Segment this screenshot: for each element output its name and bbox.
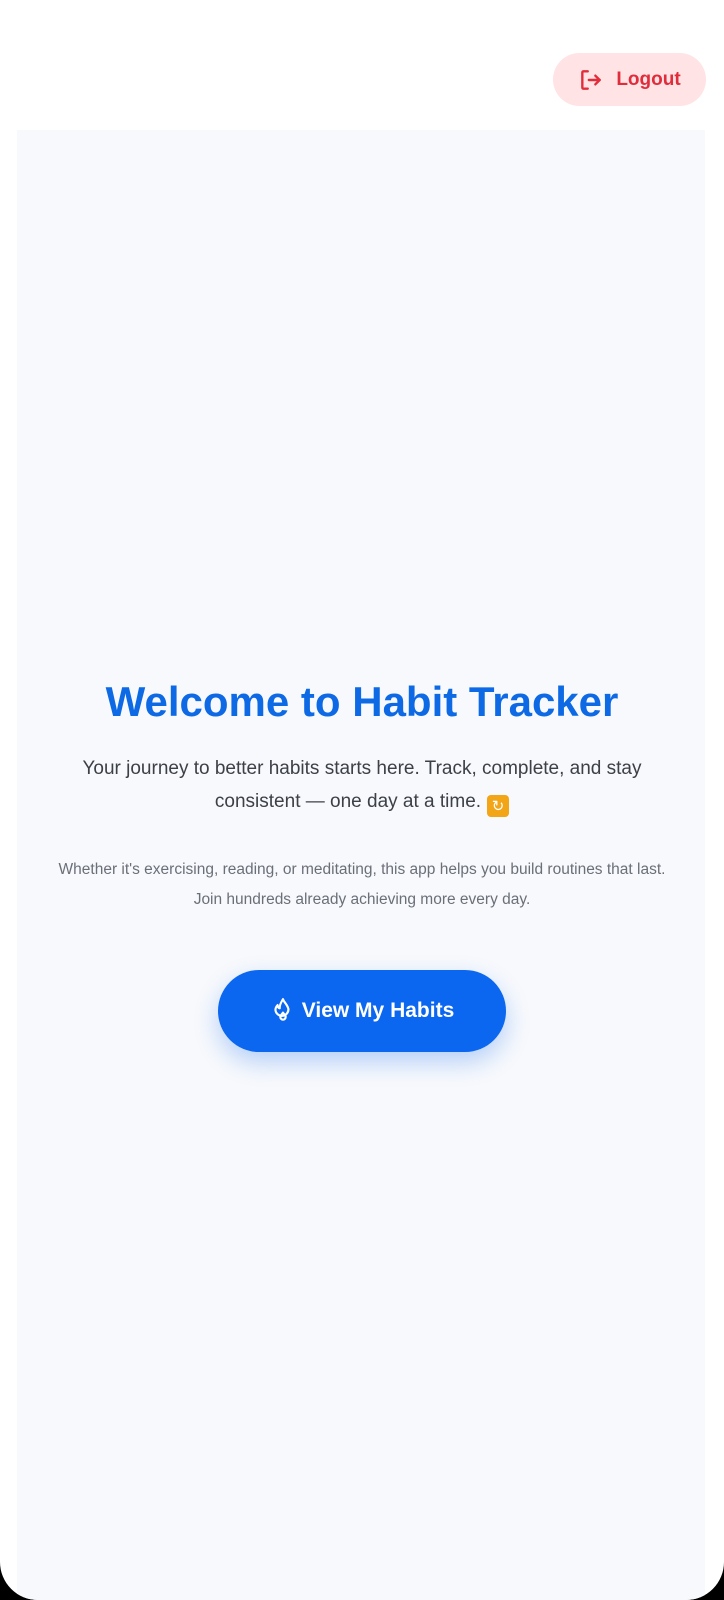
view-my-habits-label: View My Habits [301,999,455,1022]
hero-description: Whether it's exercising, reading, or med… [58,861,666,908]
repeat-emoji-icon: ↻ [487,795,510,817]
logout-label: Logout [616,68,681,90]
logout-icon [578,67,604,93]
hero-subtitle: Your journey to better habits starts her… [52,752,672,818]
view-my-habits-button[interactable]: View My Habits [218,970,506,1052]
page-title: Welcome to Habit Tracker [105,678,619,725]
hero-subtitle-text: Your journey to better habits starts her… [82,758,642,812]
flame-icon [270,997,296,1025]
app-screen: Logout Welcome to Habit Tracker Your jou… [0,0,724,1600]
logout-button[interactable]: Logout [553,53,706,106]
